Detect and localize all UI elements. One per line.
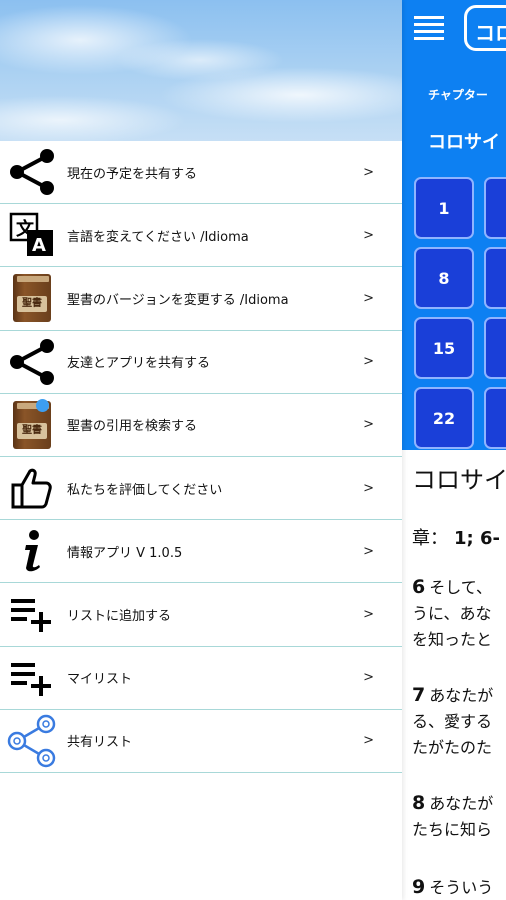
menu-item-search-quote[interactable]: 聖書 聖書の引用を検索する > <box>0 394 402 457</box>
chevron-right-icon: > <box>363 417 374 433</box>
verse-line: うに、あな <box>412 604 492 623</box>
chevron-right-icon: > <box>363 227 374 243</box>
verse-line: る、愛する <box>412 712 493 731</box>
menu-label: マイリスト <box>67 672 133 688</box>
info-icon <box>5 524 59 578</box>
verse-number: 7 <box>412 684 426 706</box>
menu-label: 聖書の引用を検索する <box>67 419 198 435</box>
menu-label: 現在の予定を共有する <box>67 166 198 182</box>
verse-line: たがたのた <box>412 738 493 757</box>
menu-item-my-list[interactable]: マイリスト > <box>0 647 402 710</box>
chapter-button-8[interactable]: 8 <box>414 247 474 309</box>
verse-line: あなたが <box>429 686 494 705</box>
share-icon <box>5 145 59 199</box>
chevron-right-icon: > <box>363 164 374 180</box>
navigation-drawer: 現在の予定を共有する > 文 A 言語を変えてください /Idioma > 聖書… <box>0 0 402 900</box>
verse-9: 9 そういう <box>412 874 493 900</box>
drawer-menu: 現在の予定を共有する > 文 A 言語を変えてください /Idioma > 聖書… <box>0 141 402 773</box>
app-header: コロ チャプター コロサイ 1 8 15 22 <box>402 0 506 450</box>
verse-6: 6 そして、 うに、あな を知ったと <box>412 574 492 653</box>
menu-label: 言語を変えてください /Idioma <box>67 229 249 245</box>
thumbs-up-icon <box>5 461 59 515</box>
menu-item-app-info[interactable]: 情報アプリ V 1.0.5 > <box>0 520 402 584</box>
chapter-button-9[interactable] <box>484 247 506 309</box>
verse-line: たちに知ら <box>412 820 493 839</box>
chapter-label: チャプター <box>428 88 488 102</box>
shared-list-icon <box>5 714 59 768</box>
verse-number: 6 <box>412 576 426 598</box>
translate-icon: 文 A <box>5 208 59 262</box>
chevron-right-icon: > <box>363 480 374 496</box>
menu-label: 情報アプリ V 1.0.5 <box>67 545 183 561</box>
hamburger-menu-icon[interactable] <box>414 16 444 40</box>
menu-item-add-to-list[interactable]: リストに追加する > <box>0 583 402 647</box>
chevron-right-icon: > <box>363 670 374 686</box>
chapter-reference: 章： 1; 6- <box>412 524 500 550</box>
menu-label: 私たちを評価してください <box>67 482 223 498</box>
bible-search-icon: 聖書 <box>5 398 59 452</box>
verse-number: 9 <box>412 876 426 898</box>
chevron-right-icon: > <box>363 354 374 370</box>
book-selector-button[interactable]: コロ <box>464 5 506 51</box>
bible-reader-app: コロ チャプター コロサイ 1 8 15 22 コロサイ 章： 1; 6- 6 そし… <box>402 0 506 900</box>
chevron-right-icon: > <box>363 606 374 622</box>
chapter-ref-label: 章： <box>412 528 448 549</box>
chapter-ref-value: 1; 6- <box>454 528 500 549</box>
chevron-right-icon: > <box>363 290 374 306</box>
verse-7: 7 あなたが る、愛する たがたのた <box>412 682 493 761</box>
menu-item-share-app[interactable]: 友達とアプリを共有する > <box>0 331 402 394</box>
verse-line: を知ったと <box>412 630 493 649</box>
svg-text:A: A <box>32 235 46 256</box>
menu-label: 共有リスト <box>67 735 133 751</box>
verse-line: そして、 <box>429 578 492 597</box>
share-icon <box>5 335 59 389</box>
verse-number: 8 <box>412 792 426 814</box>
menu-label: 聖書のバージョンを変更する /Idioma <box>67 292 289 308</box>
menu-item-share-current[interactable]: 現在の予定を共有する > <box>0 141 402 205</box>
chevron-right-icon: > <box>363 733 374 749</box>
chapter-button-15[interactable]: 15 <box>414 317 474 379</box>
playlist-add-icon <box>5 587 59 641</box>
verse-title: コロサイ <box>412 466 506 494</box>
chevron-right-icon: > <box>363 543 374 559</box>
verse-line: あなたが <box>429 794 494 813</box>
chapter-button-16[interactable] <box>484 317 506 379</box>
bible-book-icon: 聖書 <box>5 271 59 325</box>
verse-area: コロサイ 章： 1; 6- 6 そして、 うに、あな を知ったと 7 あなたが る、愛… <box>412 460 506 898</box>
bible-icon-text: 聖書 <box>17 422 47 439</box>
chapter-button-22[interactable]: 22 <box>414 387 474 449</box>
verse-8: 8 あなたが たちに知ら <box>412 790 493 843</box>
bible-icon-text: 聖書 <box>17 296 47 313</box>
chapter-button-2[interactable] <box>484 177 506 239</box>
menu-item-change-bible-version[interactable]: 聖書 聖書のバージョンを変更する /Idioma > <box>0 267 402 331</box>
menu-item-rate-us[interactable]: 私たちを評価してください > <box>0 457 402 521</box>
menu-label: 友達とアプリを共有する <box>67 356 211 372</box>
menu-item-change-language[interactable]: 文 A 言語を変えてください /Idioma > <box>0 204 402 268</box>
menu-item-shared-list[interactable]: 共有リスト > <box>0 710 402 773</box>
chapter-button-23[interactable] <box>484 387 506 449</box>
playlist-add-icon <box>5 651 59 705</box>
menu-label: リストに追加する <box>67 608 172 624</box>
drawer-header-sky-image <box>0 0 402 141</box>
book-name: コロサイ <box>428 132 500 153</box>
chapter-button-1[interactable]: 1 <box>414 177 474 239</box>
verse-line: そういう <box>429 878 494 897</box>
